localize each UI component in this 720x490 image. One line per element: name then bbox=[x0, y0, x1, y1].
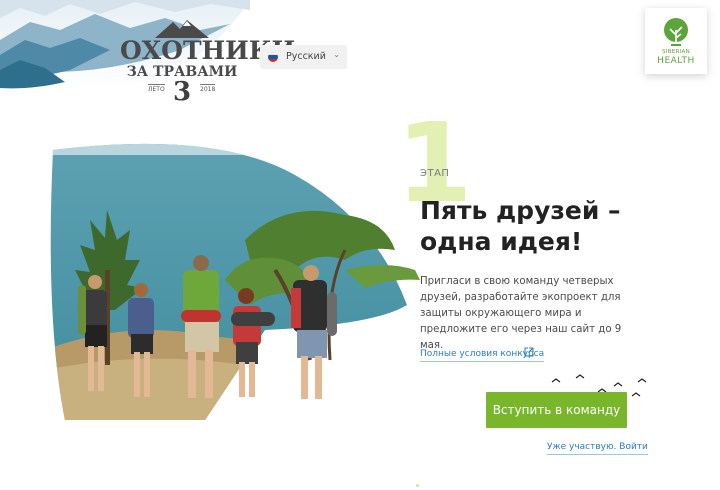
logo-year: 2018 bbox=[200, 84, 216, 93]
decorative-dot bbox=[416, 484, 419, 487]
language-selected-label: Русский bbox=[286, 51, 326, 62]
language-select[interactable]: Русский ⌄ bbox=[260, 45, 347, 69]
join-team-button[interactable]: Вступить в команду bbox=[486, 392, 627, 428]
brand-name-line1: SIBERIAN bbox=[661, 49, 691, 55]
stage-label: ЭТАП bbox=[420, 168, 450, 179]
contest-logo[interactable]: ОХОТНИКИ ЗА ТРАВАМИ ЛЕТО 3 2018 bbox=[120, 18, 296, 110]
tree-icon bbox=[664, 18, 688, 46]
chevron-down-icon: ⌄ bbox=[333, 50, 340, 59]
hikers-photo bbox=[50, 143, 420, 420]
contest-description: Пригласи в свою команду четверых друзей,… bbox=[420, 276, 622, 351]
page-title: Пять друзей – одна идея! bbox=[420, 196, 621, 256]
logo-season: ЛЕТО bbox=[148, 84, 165, 93]
siberian-health-logo[interactable]: SIBERIAN HEALTH bbox=[645, 8, 707, 74]
russian-flag-icon bbox=[268, 52, 278, 62]
external-link-icon[interactable] bbox=[524, 347, 534, 357]
logo-edition-number: 3 bbox=[172, 77, 192, 107]
logo-title-line1: ОХОТНИКИ bbox=[120, 36, 296, 65]
brand-name-line2: HEALTH bbox=[657, 56, 695, 66]
login-link[interactable]: Уже участвую. Войти bbox=[547, 442, 648, 455]
